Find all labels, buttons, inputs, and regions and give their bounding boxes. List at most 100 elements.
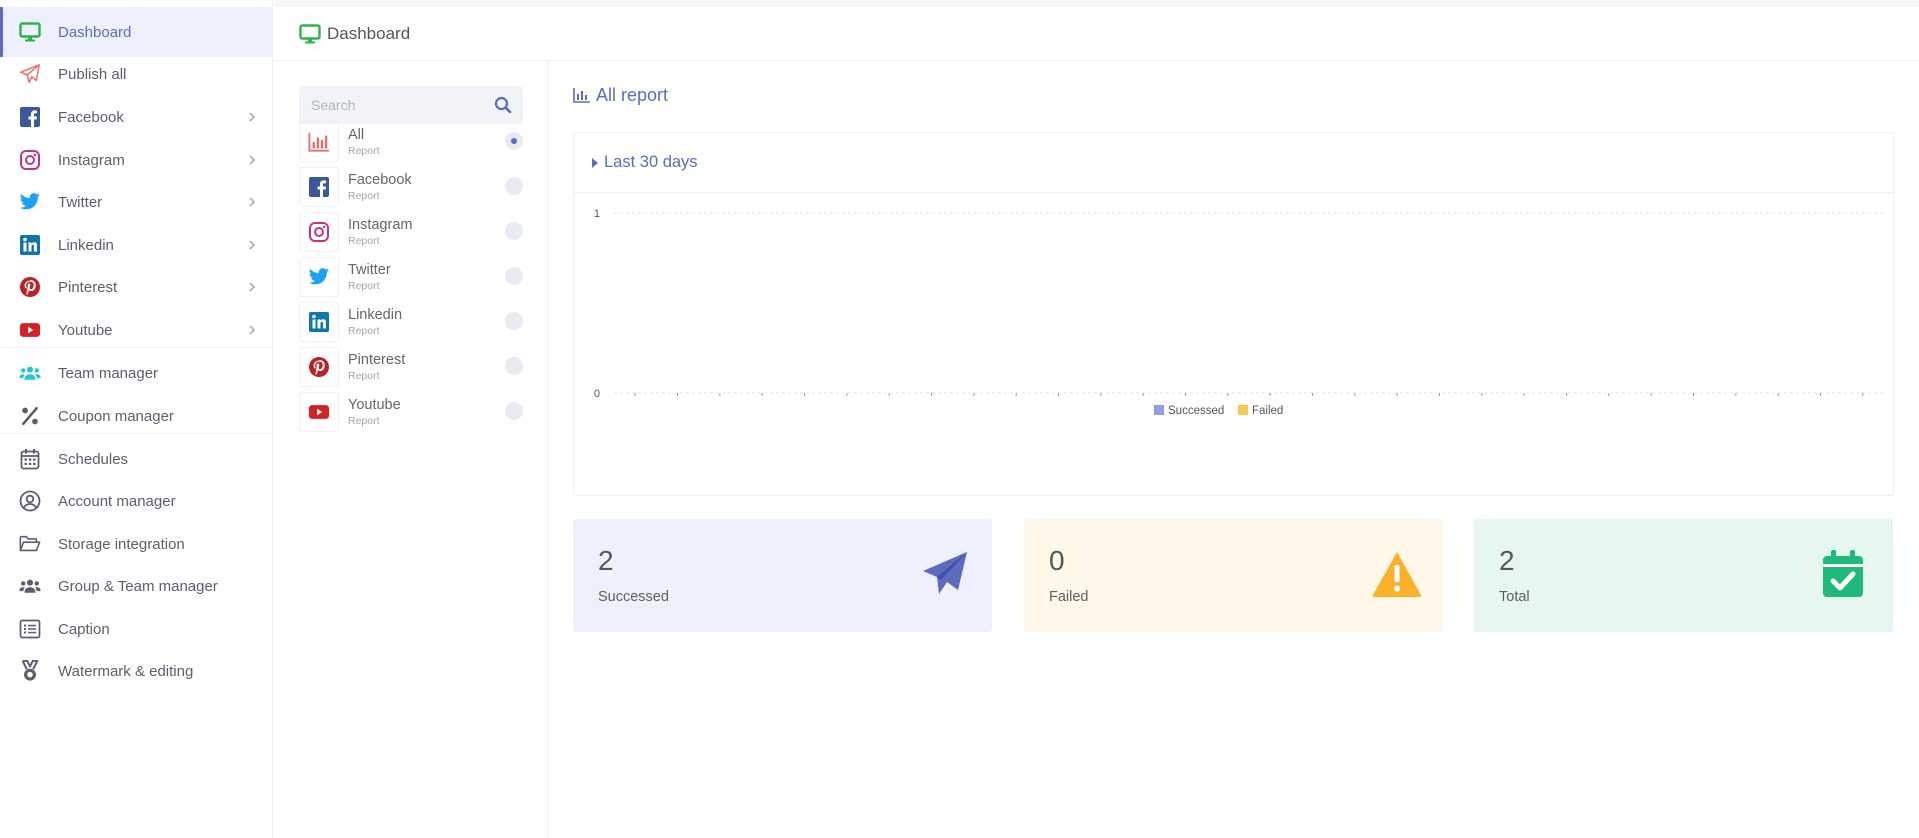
chevron-right-icon — [246, 195, 258, 207]
sidebar-item-label: Group & Team manager — [58, 577, 218, 595]
main-content: All report Last 30 days 1 0 Successed Faile… — [550, 61, 1919, 838]
caret-right-icon — [592, 157, 598, 168]
report-item-facebook[interactable]: Facebook Report — [299, 164, 523, 209]
facebook-icon — [299, 166, 339, 207]
chevron-right-icon — [246, 280, 258, 292]
report-sub-label: Report — [348, 324, 380, 337]
report-radio[interactable] — [505, 357, 523, 375]
twitter-icon — [299, 256, 339, 297]
youtube-icon — [299, 391, 339, 432]
report-sub-label: Report — [348, 234, 380, 247]
report-item-text: Instagram Report — [348, 216, 412, 248]
sidebar-item-label: Caption — [58, 620, 110, 638]
sidebar-item-watermark-editing[interactable]: Watermark & editing — [0, 646, 272, 696]
report-sub-label: Report — [348, 144, 380, 157]
chart-card: Last 30 days 1 0 Successed Failed — [573, 132, 1894, 496]
sidebar-item-label: Coupon manager — [58, 407, 174, 425]
instagram-icon — [299, 211, 339, 252]
monitor-icon — [18, 20, 42, 44]
report-sub-label: Report — [348, 189, 380, 202]
report-item-instagram[interactable]: Instagram Report — [299, 209, 523, 254]
report-item-linkedin[interactable]: Linkedin Report — [299, 299, 523, 344]
search-icon[interactable] — [493, 95, 513, 115]
sidebar-item-label: Facebook — [58, 108, 124, 126]
report-radio[interactable] — [505, 132, 523, 150]
folder-open-icon — [18, 532, 42, 556]
range-toggle[interactable]: Last 30 days — [574, 133, 1893, 193]
youtube-icon — [18, 318, 42, 342]
report-sub-label: Report — [348, 369, 380, 382]
section-title-text: All report — [596, 85, 669, 105]
y-tick-label: 0 — [594, 388, 600, 400]
page-header: Dashboard — [274, 0, 1919, 61]
report-name: Linkedin — [348, 306, 403, 323]
report-radio[interactable] — [505, 222, 523, 240]
legend-label-failed: Failed — [1252, 405, 1283, 417]
report-item-text: Facebook Report — [348, 171, 412, 203]
paper-plane-icon — [18, 62, 42, 86]
sidebar-item-label: Team manager — [58, 364, 159, 382]
report-item-twitter[interactable]: Twitter Report — [299, 254, 523, 299]
stat-card-failed: 0 Failed — [1024, 519, 1443, 632]
report-radio[interactable] — [505, 402, 523, 420]
report-item-youtube[interactable]: Youtube Report — [299, 389, 523, 434]
bar-chart-icon — [299, 121, 339, 162]
warning-icon — [1371, 549, 1422, 599]
sidebar-item-label: Account manager — [58, 492, 176, 510]
report-item-text: All Report — [348, 126, 380, 158]
instagram-icon — [18, 148, 42, 172]
calendar-check-icon — [1821, 549, 1871, 599]
legend-label-successed: Successed — [1168, 405, 1224, 417]
facebook-icon — [18, 105, 42, 129]
report-item-text: Linkedin Report — [348, 306, 402, 338]
report-radio[interactable] — [505, 177, 523, 195]
section-title: All report — [573, 85, 668, 106]
group-icon — [18, 574, 42, 598]
medal-icon — [18, 659, 42, 683]
user-circle-icon — [18, 489, 42, 513]
report-sub-label: Report — [348, 279, 380, 292]
report-radio[interactable] — [505, 267, 523, 285]
sidebar-item-label: Storage integration — [58, 535, 185, 553]
paper-plane-icon — [920, 549, 970, 599]
legend-swatch-failed — [1238, 405, 1248, 415]
sidebar-item-label: Pinterest — [58, 278, 118, 296]
linkedin-icon — [299, 301, 339, 342]
range-label: Last 30 days — [604, 153, 698, 171]
percent-icon — [18, 404, 42, 428]
chevron-right-icon — [246, 238, 258, 250]
stat-label: Failed — [1049, 589, 1089, 605]
report-name: Twitter — [348, 261, 391, 278]
linkedin-icon — [18, 233, 42, 257]
y-tick-label: 1 — [594, 208, 600, 220]
stat-value: 0 — [1049, 545, 1065, 576]
chevron-right-icon — [246, 323, 258, 335]
chevron-right-icon — [246, 110, 258, 122]
list-icon — [18, 617, 42, 641]
report-item-all[interactable]: All Report — [299, 119, 523, 164]
pinterest-icon — [18, 275, 42, 299]
report-item-text: Twitter Report — [348, 261, 391, 293]
sidebar-item-label: Watermark & editing — [58, 662, 194, 680]
sidebar-item-label: Publish all — [58, 65, 127, 83]
stat-value: 2 — [598, 545, 614, 576]
stat-card-total: 2 Total — [1474, 519, 1893, 632]
report-item-text: Youtube Report — [348, 396, 401, 428]
stat-label: Successed — [598, 589, 669, 605]
report-list-panel: AllReportFacebookReportInstagramReportTw… — [274, 61, 549, 838]
monitor-icon — [299, 22, 323, 46]
report-name: Facebook — [348, 171, 412, 188]
report-radio[interactable] — [505, 312, 523, 330]
legend-swatch-successed — [1154, 405, 1164, 415]
report-name: Pinterest — [348, 351, 406, 368]
report-name: All — [348, 126, 365, 143]
page-title: Dashboard — [327, 23, 411, 43]
sidebar-item-label: Schedules — [58, 450, 129, 468]
report-item-text: Pinterest Report — [348, 351, 405, 383]
report-sub-label: Report — [348, 414, 380, 427]
users-icon — [18, 361, 42, 385]
report-item-pinterest[interactable]: Pinterest Report — [299, 344, 523, 389]
sidebar-item-label: Linkedin — [58, 236, 114, 254]
pinterest-icon — [299, 346, 339, 387]
report-name: Youtube — [348, 396, 401, 413]
